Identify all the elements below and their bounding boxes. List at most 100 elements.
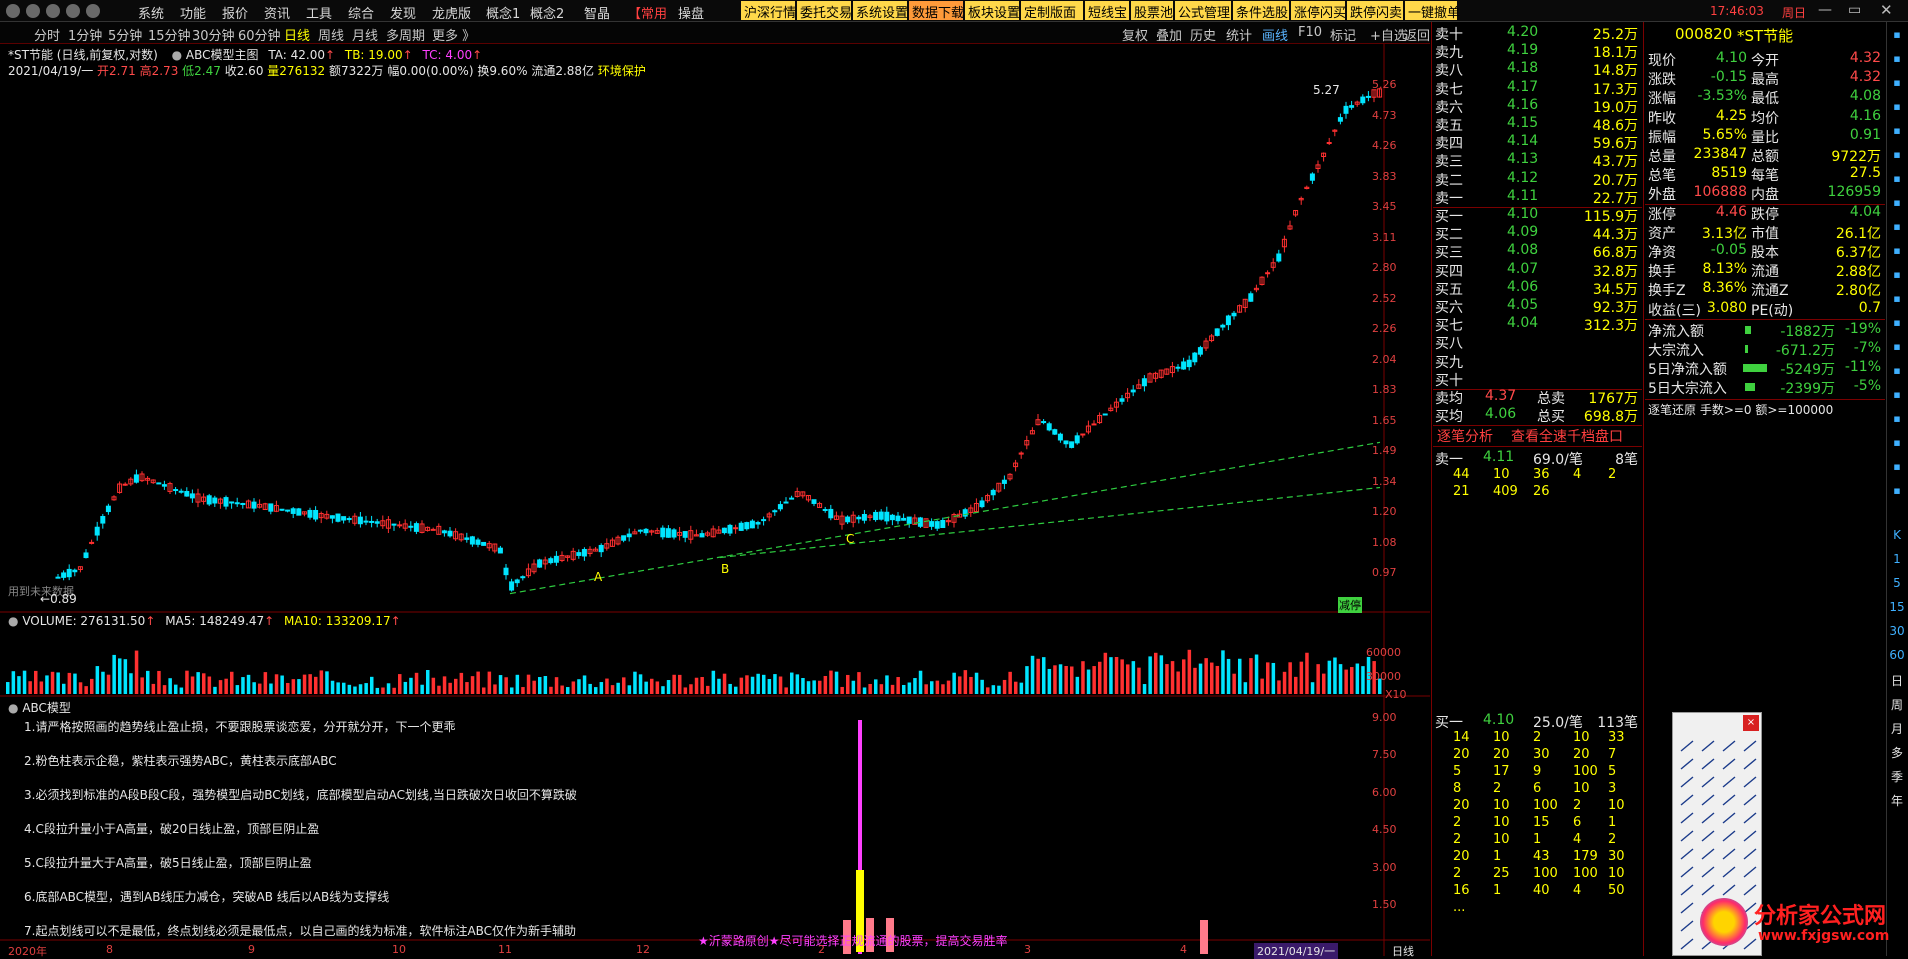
draw-tool-icon[interactable]: [1701, 794, 1715, 806]
side-period-icon[interactable]: 季: [1888, 768, 1906, 786]
menu-item[interactable]: 综合: [348, 3, 374, 22]
menu-item[interactable]: 发现: [390, 3, 416, 22]
draw-tool-icon[interactable]: [1743, 866, 1757, 878]
draw-tool-icon[interactable]: [1722, 830, 1736, 842]
draw-tool-icon[interactable]: [1701, 866, 1715, 878]
menu-item[interactable]: 功能: [180, 3, 206, 22]
window-button[interactable]: [6, 4, 20, 18]
window-button[interactable]: [86, 4, 100, 18]
orderbook-row[interactable]: 卖九 4.19 18.1万: [1433, 42, 1642, 61]
side-tool-icon[interactable]: ▪: [1888, 148, 1906, 166]
window-button[interactable]: [46, 4, 60, 18]
draw-tool-icon[interactable]: [1743, 776, 1757, 788]
side-period-icon[interactable]: 多: [1888, 744, 1906, 762]
toolbar-button[interactable]: 委托交易: [797, 1, 852, 21]
side-period-icon[interactable]: 15: [1888, 600, 1906, 618]
toolbar-button[interactable]: 条件选股: [1233, 1, 1289, 21]
toolbar-button[interactable]: 涨停闪买: [1291, 1, 1346, 21]
draw-tool-icon[interactable]: [1680, 848, 1694, 860]
toolbar-button[interactable]: 短线宝: [1085, 1, 1129, 21]
menu-item[interactable]: 操盘: [678, 3, 704, 22]
side-period-icon[interactable]: 1: [1888, 552, 1906, 570]
orderbook-row[interactable]: 卖八 4.18 14.8万: [1433, 60, 1642, 79]
side-period-icon[interactable]: K: [1888, 528, 1906, 546]
side-tool-icon[interactable]: ▪: [1888, 340, 1906, 358]
menu-item[interactable]: 报价: [222, 3, 248, 22]
orderbook-row[interactable]: 卖二 4.12 20.7万: [1433, 170, 1642, 189]
menu-item[interactable]: 工具: [306, 3, 332, 22]
draw-tool-icon[interactable]: [1680, 938, 1694, 950]
maximize-icon[interactable]: ▭: [1848, 2, 1861, 18]
side-tool-icon[interactable]: ▪: [1888, 484, 1906, 502]
draw-tool-icon[interactable]: [1680, 884, 1694, 896]
period-tab[interactable]: 1分钟: [68, 25, 102, 44]
period-tab[interactable]: 周线: [318, 25, 344, 44]
orderbook-row[interactable]: 买一 4.10 115.9万: [1433, 206, 1642, 225]
draw-tool-icon[interactable]: [1722, 758, 1736, 770]
depth-link[interactable]: 查看全速千档盘口: [1511, 426, 1623, 446]
side-tool-icon[interactable]: ▪: [1888, 388, 1906, 406]
menu-item[interactable]: 系统: [138, 3, 164, 22]
draw-tool-icon[interactable]: [1743, 830, 1757, 842]
chart-tool-tab[interactable]: 标记: [1330, 25, 1356, 44]
chart-tool-tab[interactable]: 历史: [1190, 25, 1216, 44]
draw-tool-icon[interactable]: [1680, 812, 1694, 824]
side-tool-icon[interactable]: ▪: [1888, 292, 1906, 310]
menu-item[interactable]: 【常用: [628, 3, 667, 22]
toolbar-button[interactable]: 股票池: [1131, 1, 1173, 21]
orderbook-row[interactable]: 买八: [1433, 333, 1642, 352]
toolbar-button[interactable]: 板块设置: [965, 1, 1020, 21]
orderbook-row[interactable]: 买三 4.08 66.8万: [1433, 242, 1642, 261]
side-tool-icon[interactable]: ▪: [1888, 52, 1906, 70]
volume-indicator-icon[interactable]: ●: [8, 614, 18, 628]
window-button[interactable]: [66, 4, 80, 18]
period-tab[interactable]: 15分钟: [148, 25, 191, 44]
orderbook-row[interactable]: 卖六 4.16 19.0万: [1433, 97, 1642, 116]
draw-tool-icon[interactable]: [1722, 884, 1736, 896]
orderbook-row[interactable]: 买九: [1433, 352, 1642, 371]
draw-tool-icon[interactable]: [1680, 758, 1694, 770]
orderbook-row[interactable]: 卖三 4.13 43.7万: [1433, 151, 1642, 170]
draw-tool-icon[interactable]: [1743, 740, 1757, 752]
period-tab[interactable]: 30分钟: [192, 25, 235, 44]
menu-item[interactable]: 概念2: [530, 3, 564, 22]
side-period-icon[interactable]: 年: [1888, 792, 1906, 810]
side-tool-icon[interactable]: ▪: [1888, 436, 1906, 454]
orderbook-row[interactable]: 卖一 4.11 22.7万: [1433, 188, 1642, 207]
toolbar-button[interactable]: 系统设置: [853, 1, 908, 21]
draw-tool-icon[interactable]: [1701, 848, 1715, 860]
abc-indicator-icon[interactable]: ●: [8, 701, 18, 715]
period-tab[interactable]: 60分钟: [238, 25, 281, 44]
chart-tool-tab[interactable]: F10: [1298, 25, 1322, 40]
toolbar-button[interactable]: 定制版面: [1021, 1, 1083, 21]
period-tab[interactable]: 日线: [284, 25, 310, 44]
draw-tool-icon[interactable]: [1743, 848, 1757, 860]
period-tab[interactable]: 5分钟: [108, 25, 142, 44]
draw-tool-icon[interactable]: [1722, 740, 1736, 752]
orderbook-row[interactable]: 卖七 4.17 17.3万: [1433, 79, 1642, 98]
draw-tool-icon[interactable]: [1701, 758, 1715, 770]
period-tab[interactable]: 多周期: [386, 25, 425, 44]
side-period-icon[interactable]: 5: [1888, 576, 1906, 594]
side-period-icon[interactable]: 月: [1888, 720, 1906, 738]
draw-tool-icon[interactable]: [1743, 884, 1757, 896]
chart-tool-tab[interactable]: 返回: [1404, 25, 1430, 44]
draw-tool-icon[interactable]: [1722, 776, 1736, 788]
orderbook-row[interactable]: 买七 4.04 312.3万: [1433, 315, 1642, 334]
draw-tool-icon[interactable]: [1680, 902, 1694, 914]
orderbook-row[interactable]: 卖五 4.15 48.6万: [1433, 115, 1642, 134]
side-tool-icon[interactable]: ▪: [1888, 172, 1906, 190]
draw-tool-icon[interactable]: [1722, 812, 1736, 824]
toolbar-button[interactable]: 跌停闪卖: [1347, 1, 1403, 21]
side-tool-icon[interactable]: ▪: [1888, 364, 1906, 382]
side-tool-icon[interactable]: ▪: [1888, 76, 1906, 94]
orderbook-row[interactable]: 买五 4.06 34.5万: [1433, 279, 1642, 298]
side-tool-icon[interactable]: ▪: [1888, 220, 1906, 238]
chart-tool-tab[interactable]: 复权: [1122, 25, 1148, 44]
chart-tool-tab[interactable]: +自选: [1370, 25, 1407, 44]
orderbook-row[interactable]: 买四 4.07 32.8万: [1433, 261, 1642, 280]
orderbook-row[interactable]: 卖十 4.20 25.2万: [1433, 24, 1642, 43]
toolbar-button[interactable]: 沪深行情: [741, 1, 796, 21]
draw-tool-icon[interactable]: [1701, 740, 1715, 752]
toolbar-button[interactable]: 公式管理: [1175, 1, 1231, 21]
